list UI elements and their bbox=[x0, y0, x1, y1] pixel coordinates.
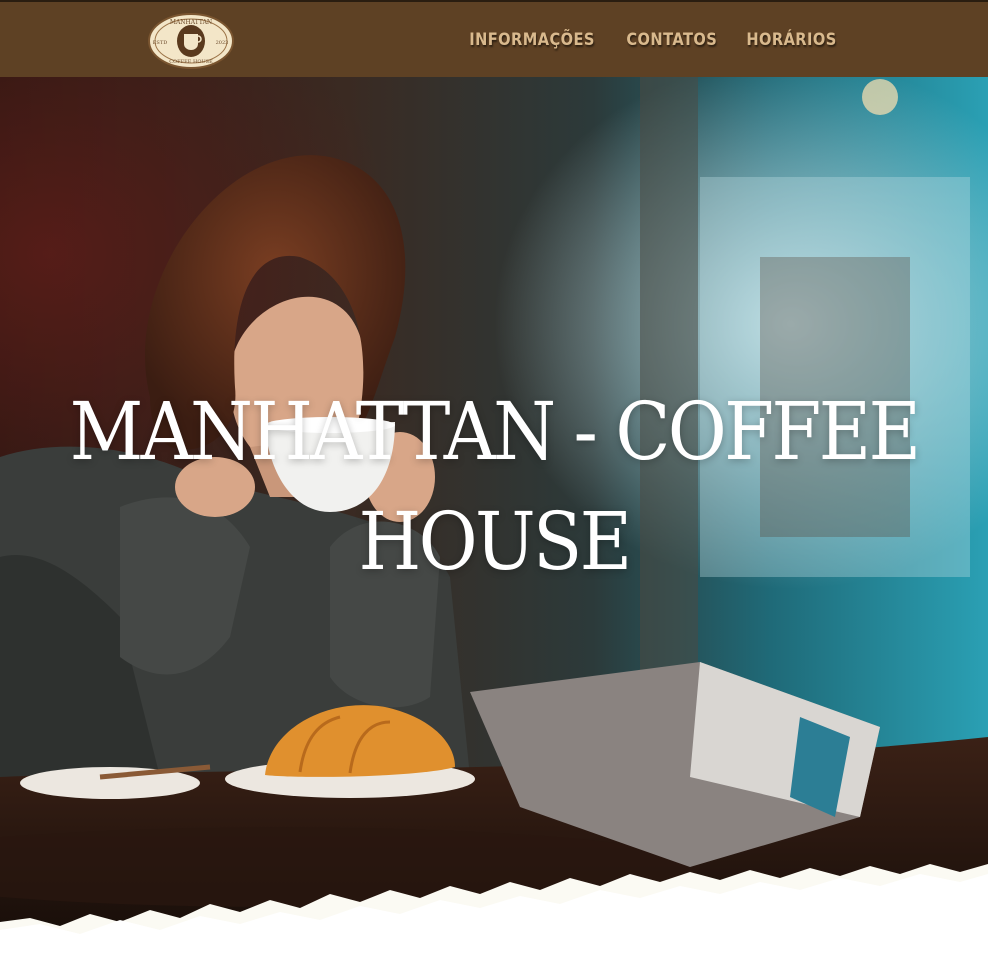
page: MANHATTAN ESTD 2023 COFFEE HOUSE INFORMA… bbox=[0, 0, 988, 960]
main-nav: INFORMAÇÕES CONTATOS HORÁRIOS bbox=[459, 30, 844, 50]
svg-text:COFFEE HOUSE: COFFEE HOUSE bbox=[169, 59, 213, 65]
hero-title: MANHATTAN - COFFEE HOUSE bbox=[49, 377, 938, 597]
hero-title-line-2: HOUSE bbox=[358, 495, 633, 588]
coffee-cup-emblem-icon: MANHATTAN ESTD 2023 COFFEE HOUSE bbox=[148, 13, 234, 69]
top-navbar: MANHATTAN ESTD 2023 COFFEE HOUSE INFORMA… bbox=[0, 0, 988, 77]
torn-paper-divider bbox=[0, 864, 988, 960]
nav-link-informacoes[interactable]: INFORMAÇÕES bbox=[470, 30, 596, 50]
svg-text:ESTD: ESTD bbox=[153, 40, 167, 46]
nav-link-horarios[interactable]: HORÁRIOS bbox=[746, 30, 836, 50]
hero-title-line-1: MANHATTAN - COFFEE bbox=[69, 385, 921, 478]
svg-text:MANHATTAN: MANHATTAN bbox=[170, 19, 212, 26]
svg-text:2023: 2023 bbox=[216, 40, 229, 46]
hero-section: MANHATTAN - COFFEE HOUSE bbox=[0, 77, 988, 960]
nav-link-contatos[interactable]: CONTATOS bbox=[627, 30, 718, 50]
brand-logo[interactable]: MANHATTAN ESTD 2023 COFFEE HOUSE bbox=[147, 12, 235, 70]
